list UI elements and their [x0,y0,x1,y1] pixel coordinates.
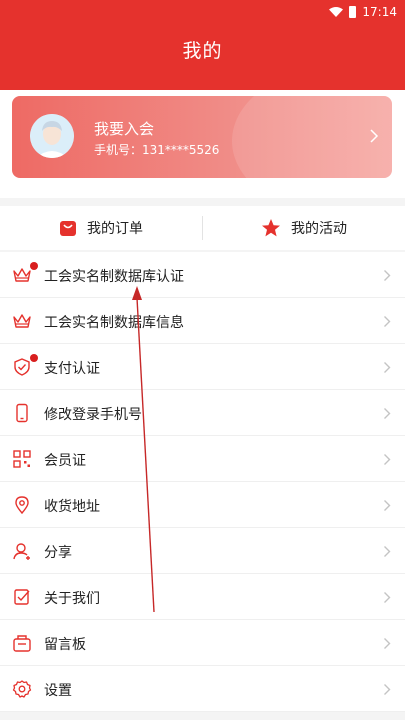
top-header: 17:14 我的 [0,0,405,90]
menu-item-message-board[interactable]: 留言板 [0,620,405,666]
avatar [30,114,74,158]
menu-item-settings[interactable]: 设置 [0,666,405,712]
chevron-right-icon [384,592,391,603]
menu-item-union-db-info[interactable]: 工会实名制数据库信息 [0,298,405,344]
tab-my-activities[interactable]: 我的活动 [203,218,405,238]
menu-item-label: 收货地址 [44,499,100,515]
chevron-right-icon [384,500,391,511]
tab-my-orders[interactable]: 我的订单 [0,218,202,238]
menu-item-label: 修改登录手机号 [44,407,142,423]
crown-icon [13,268,31,282]
status-time: 17:14 [362,5,397,19]
menu-item-label: 留言板 [44,637,86,653]
menu-item-label: 工会实名制数据库认证 [44,269,184,285]
notification-dot [30,354,38,362]
about-icon [14,589,30,605]
tab-label: 我的订单 [87,221,143,237]
menu-item-label: 支付认证 [44,361,100,377]
profile-name: 我要入会 [94,120,155,138]
profile-phone: 手机号：131****5526 [94,143,220,157]
qr-code-icon [13,450,31,468]
phone-icon [16,403,28,423]
menu-item-label: 设置 [44,683,72,699]
menu-item-union-db-verify[interactable]: 工会实名制数据库认证 [0,252,405,298]
notification-dot [30,262,38,270]
chevron-right-icon [384,270,391,281]
message-board-icon [13,635,31,652]
tab-label: 我的活动 [291,221,347,237]
gear-icon [12,680,32,698]
star-icon [262,219,280,237]
crown-icon [13,314,31,328]
share-user-icon [13,543,30,560]
profile-section: 我要入会 手机号：131****5526 [0,90,405,198]
shield-check-icon [14,358,30,376]
chevron-right-icon [384,362,391,373]
menu-item-shipping-address[interactable]: 收货地址 [0,482,405,528]
chevron-right-icon [384,408,391,419]
menu-item-member-card[interactable]: 会员证 [0,436,405,482]
chevron-right-icon [384,684,391,695]
menu-item-change-phone[interactable]: 修改登录手机号 [0,390,405,436]
chevron-right-icon [384,454,391,465]
battery-icon [349,6,357,18]
chevron-right-icon [384,316,391,327]
chevron-right-icon [384,546,391,557]
menu-item-label: 会员证 [44,453,86,469]
location-pin-icon [15,496,29,515]
chevron-right-icon [384,638,391,649]
menu-item-label: 工会实名制数据库信息 [44,315,184,331]
shortcut-tabs: 我的订单 我的活动 [0,206,405,250]
profile-card[interactable]: 我要入会 手机号：131****5526 [12,96,392,178]
menu-item-about-us[interactable]: 关于我们 [0,574,405,620]
menu-item-label: 分享 [44,545,72,561]
menu-item-label: 关于我们 [44,591,100,607]
status-bar: 17:14 [0,0,405,24]
chevron-right-icon [370,129,379,143]
settings-menu: 工会实名制数据库认证 工会实名制数据库信息 支付认证 修改登录手机号 会员证 收… [0,252,405,712]
avatar-icon [30,114,74,158]
bag-icon [60,221,76,236]
menu-item-share[interactable]: 分享 [0,528,405,574]
menu-item-payment-verify[interactable]: 支付认证 [0,344,405,390]
page-title: 我的 [182,40,223,62]
wifi-icon [329,7,344,17]
